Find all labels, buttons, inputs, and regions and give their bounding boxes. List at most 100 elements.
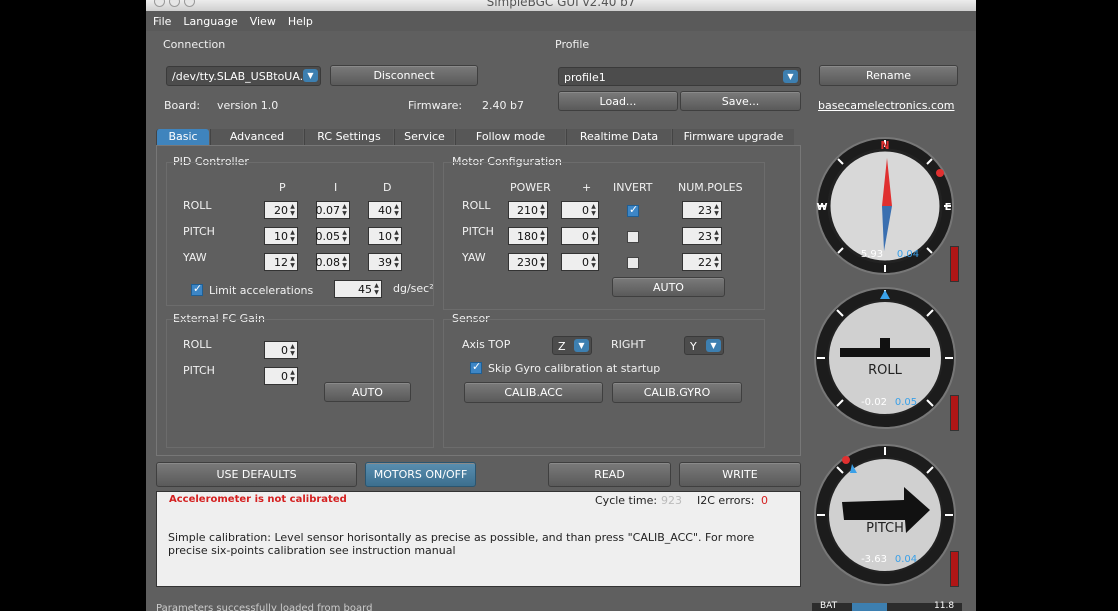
roll-power-bar [950,395,959,431]
calib-acc-button[interactable]: CALIB.ACC [464,382,603,403]
motor-yaw-poles-input[interactable]: 22 ▲ ▼ [682,253,722,271]
read-button[interactable]: READ [548,462,671,487]
roll-rate-value: 0.05 [895,397,917,408]
port-select[interactable]: /dev/tty.SLAB_USBtoUA... ▼ [166,66,321,86]
motor-roll-poles-input[interactable]: 23 ▲ ▼ [682,201,722,219]
pid-roll-p-input[interactable]: 20 ▲ ▼ [264,201,298,219]
menu-language[interactable]: Language [178,11,242,28]
motor-header-power: POWER [510,181,551,194]
limit-accelerations-input[interactable]: 45 ▲ ▼ [334,280,382,298]
value: 0.08 [315,256,341,269]
motor-pitch-plus-input[interactable]: 0 ▲ ▼ [561,227,599,245]
pitch-gauge: PITCH -3.63 0.04 [812,440,962,590]
firmware-value: 2.40 b7 [482,99,524,112]
save-profile-button[interactable]: Save... [680,91,801,111]
calib-acc-label: CALIB.ACC [504,386,563,399]
cycle-time-label: Cycle time: [595,494,658,507]
value: 180 [517,230,538,243]
motor-roll-power-input[interactable]: 210 ▲ ▼ [508,201,548,219]
motor-pitch-poles-input[interactable]: 23 ▲ ▼ [682,227,722,245]
menu-view[interactable]: View [245,11,281,28]
spinner-arrows-icon: ▲ ▼ [290,229,295,243]
tab-rc-settings[interactable]: RC Settings [304,129,393,145]
motor-yaw-invert-checkbox[interactable] [627,257,639,269]
motor-yaw-power-input[interactable]: 230 ▲ ▼ [508,253,548,271]
axis-right-select[interactable]: Y ▼ [684,336,724,355]
pid-pitch-d-input[interactable]: 10 ▲ ▼ [368,227,402,245]
value: 0 [281,370,288,383]
yaw-power-bar [950,246,959,282]
motor-pitch-power-input[interactable]: 180 ▲ ▼ [508,227,548,245]
pid-pitch-i-input[interactable]: 0.05 ▲ ▼ [316,227,350,245]
pid-pitch-p-input[interactable]: 10 ▲ ▼ [264,227,298,245]
rename-profile-button[interactable]: Rename [819,65,958,86]
tab-advanced[interactable]: Advanced [210,129,303,145]
value: 0 [582,256,589,269]
read-label: READ [594,468,625,481]
title-bar: SimpleBGC GUI v2.40 b7 [146,0,976,11]
tab-basic[interactable]: Basic [156,129,209,145]
auto-label: AUTO [352,386,383,399]
battery-voltage: 11.8 [934,601,955,611]
pid-roll-d-input[interactable]: 40 ▲ ▼ [368,201,402,219]
external-fc-auto-button[interactable]: AUTO [324,382,411,402]
pitch-rate-value: 0.04 [895,554,917,565]
yaw-rate-value: 0.04 [897,249,919,260]
motor-auto-button[interactable]: AUTO [612,277,725,297]
roll-gauge: ROLL -0.02 0.05 [812,285,962,435]
pitch-power-bar [950,551,959,587]
connection-section-title: Connection [163,38,226,51]
calib-gyro-button[interactable]: CALIB.GYRO [612,382,742,403]
motors-label: MOTORS ON/OFF [373,468,468,481]
load-profile-button[interactable]: Load... [558,91,678,111]
use-defaults-button[interactable]: USE DEFAULTS [156,462,357,487]
tab-firmware-upgrade[interactable]: Firmware upgrade [672,129,794,145]
value: 210 [517,204,538,217]
write-button[interactable]: WRITE [679,462,801,487]
spinner-arrows-icon: ▲ ▼ [714,229,719,243]
value: 0.07 [315,204,341,217]
battery-indicator: BAT 11.8 [812,601,962,611]
motor-roll-plus-input[interactable]: 0 ▲ ▼ [561,201,599,219]
calibration-instructions: Simple calibration: Level sensor horison… [168,531,755,557]
tab-follow-mode[interactable]: Follow mode [455,129,565,145]
axis-top-select[interactable]: Z ▼ [552,336,592,355]
motors-toggle-button[interactable]: MOTORS ON/OFF [365,462,476,487]
motor-pitch-invert-checkbox[interactable] [627,231,639,243]
compass-east-label: E [945,202,952,213]
board-label: Board: [164,99,201,112]
menu-help[interactable]: Help [283,11,318,28]
pid-roll-i-input[interactable]: 0.07 ▲ ▼ [316,201,350,219]
tab-realtime-data[interactable]: Realtime Data [566,129,671,145]
compass-marker-icon [936,169,944,177]
compass-north-label: N [880,139,889,152]
spinner-arrows-icon: ▲ ▼ [714,203,719,217]
roll-horizon-post-icon [880,338,890,350]
axis-right-label: RIGHT [611,338,646,351]
external-fc-roll-input[interactable]: 0 ▲ ▼ [264,341,298,359]
cycle-time-value: 923 [661,494,682,507]
value: 45 [358,283,372,296]
motor-yaw-plus-input[interactable]: 0 ▲ ▼ [561,253,599,271]
external-fc-label-roll: ROLL [183,338,212,351]
profile-select[interactable]: profile1 ▼ [558,67,801,86]
skip-gyro-calibration-checkbox[interactable] [470,360,482,374]
write-label: WRITE [722,468,758,481]
motor-header-num-poles: NUM.POLES [678,181,743,194]
limit-accelerations-unit: dg/sec² [393,282,434,295]
pid-yaw-i-input[interactable]: 0.08 ▲ ▼ [316,253,350,271]
menu-file[interactable]: File [148,11,176,28]
tab-service[interactable]: Service [394,129,454,145]
pitch-gauge-label: PITCH [866,521,904,536]
pitch-marker-icon [842,456,850,464]
chevron-down-icon: ▼ [783,70,798,83]
pid-yaw-d-input[interactable]: 39 ▲ ▼ [368,253,402,271]
website-link[interactable]: basecamelectronics.com [818,99,955,112]
disconnect-button[interactable]: Disconnect [330,65,478,86]
external-fc-pitch-input[interactable]: 0 ▲ ▼ [264,367,298,385]
motor-roll-invert-checkbox[interactable] [627,203,639,217]
limit-accelerations-checkbox[interactable] [191,282,203,296]
value: 0.05 [315,230,341,243]
yaw-angle-value: 5.93 [861,249,883,260]
pid-yaw-p-input[interactable]: 12 ▲ ▼ [264,253,298,271]
